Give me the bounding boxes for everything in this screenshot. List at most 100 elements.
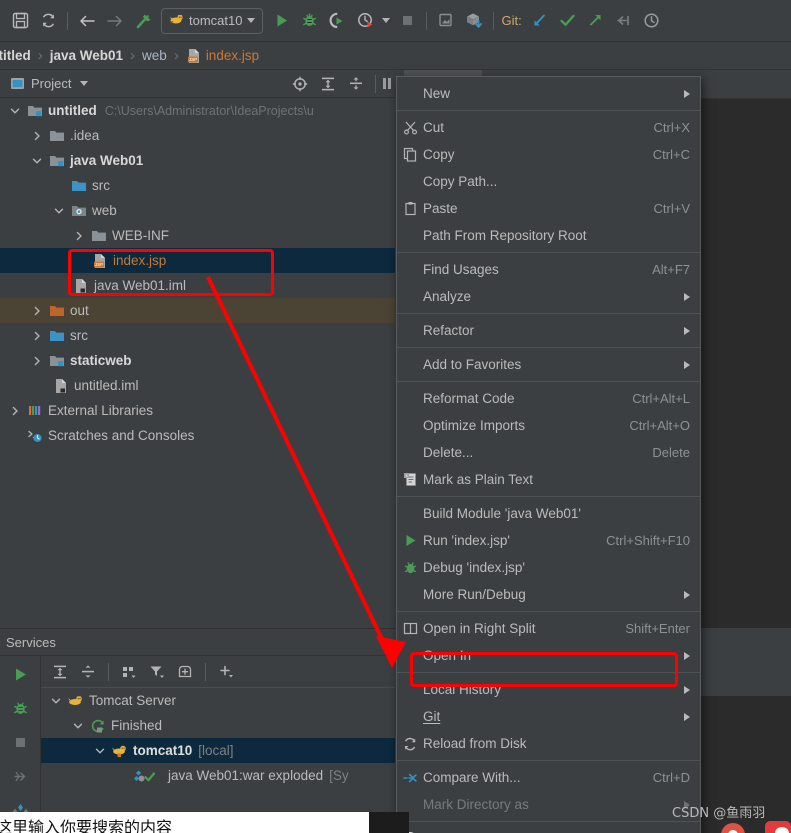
chevron-right-icon[interactable]: [30, 129, 44, 143]
add-frame-icon[interactable]: [172, 660, 198, 684]
services-row-tomcat10[interactable]: tomcat10 [local]: [41, 738, 395, 763]
menu-item-open-in[interactable]: Open In: [397, 642, 700, 669]
menu-item-analyze[interactable]: Analyze: [397, 283, 700, 310]
menu-item-open-in-right-split[interactable]: Open in Right Split Shift+Enter: [397, 615, 700, 642]
debug-bug-icon[interactable]: [7, 696, 33, 720]
chevron-right-icon[interactable]: [30, 329, 44, 343]
menu-item-reformat-code[interactable]: Reformat Code Ctrl+Alt+L: [397, 385, 700, 412]
menu-item-paste[interactable]: Paste Ctrl+V: [397, 195, 700, 222]
menu-item-reload-from-disk[interactable]: Reload from Disk: [397, 730, 700, 757]
tree-row-external-libraries[interactable]: External Libraries: [0, 398, 395, 423]
chevron-down-icon[interactable]: [93, 744, 107, 758]
menu-item-local-history[interactable]: Local History: [397, 676, 700, 703]
menu-item-run-index-jsp[interactable]: Run 'index.jsp' Ctrl+Shift+F10: [397, 527, 700, 554]
filter-icon[interactable]: [144, 660, 170, 684]
menu-item-build-module[interactable]: Build Module 'java Web01': [397, 500, 700, 527]
run-coverage-icon[interactable]: [323, 8, 351, 34]
app-red-icon[interactable]: [764, 820, 791, 833]
tree-row-idea[interactable]: .idea: [0, 123, 395, 148]
chrome-icon[interactable]: [720, 822, 746, 833]
build-hammer-icon[interactable]: [129, 8, 157, 34]
run-play-icon[interactable]: [267, 8, 295, 34]
save-icon[interactable]: [6, 8, 34, 34]
context-menu[interactable]: New Cut Ctrl+X Copy Ctrl+C Copy Path...: [396, 76, 701, 833]
select-opened-file-icon[interactable]: [286, 71, 314, 97]
stop-square-icon[interactable]: [393, 8, 421, 34]
debug-bug-icon[interactable]: [295, 8, 323, 34]
tree-row-java-web01[interactable]: java Web01: [0, 148, 395, 173]
project-tree[interactable]: untitled C:\Users\Administrator\IdeaProj…: [0, 98, 395, 628]
settings-icon[interactable]: [381, 71, 395, 97]
menu-item-mark-as-plain-text[interactable]: x Mark as Plain Text: [397, 466, 700, 493]
rerun-icon[interactable]: [7, 764, 33, 788]
chevron-down-icon[interactable]: [49, 694, 63, 708]
tree-row-scratches[interactable]: Scratches and Consoles: [0, 423, 395, 448]
deploy-icon[interactable]: [432, 8, 460, 34]
menu-item-path-from-repository-root[interactable]: Path From Repository Root: [397, 222, 700, 249]
menu-item-copy-path[interactable]: Copy Path...: [397, 168, 700, 195]
chevron-down-icon[interactable]: [80, 81, 89, 86]
git-commit-check-icon[interactable]: [554, 8, 582, 34]
git-push-arrow-icon[interactable]: [582, 8, 610, 34]
menu-item-add-to-favorites[interactable]: Add to Favorites: [397, 351, 700, 378]
chevron-down-icon[interactable]: [71, 719, 85, 733]
tree-row-java-web01-iml[interactable]: java Web01.iml: [0, 273, 395, 298]
breadcrumb-item-dir[interactable]: web: [142, 48, 167, 63]
stop-square-icon[interactable]: [7, 730, 33, 754]
menu-item-new[interactable]: New: [397, 80, 700, 107]
breadcrumb-item-module[interactable]: java Web01: [50, 48, 123, 63]
menu-item-compare-with[interactable]: Compare With... Ctrl+D: [397, 764, 700, 791]
profiler-dropdown-icon[interactable]: [379, 8, 393, 34]
chevron-right-icon[interactable]: [8, 404, 22, 418]
menu-item-create-gist[interactable]: Create Gist...: [397, 825, 700, 833]
tree-row-src-inner[interactable]: src: [0, 173, 395, 198]
update-package-icon[interactable]: [460, 8, 488, 34]
run-configuration-selector[interactable]: tomcat10: [161, 7, 264, 34]
back-arrow-icon[interactable]: [73, 8, 101, 34]
tree-row-src[interactable]: src: [0, 323, 395, 348]
add-plus-icon[interactable]: [213, 660, 239, 684]
chevron-right-icon[interactable]: [30, 304, 44, 318]
menu-item-optimize-imports[interactable]: Optimize Imports Ctrl+Alt+O: [397, 412, 700, 439]
chevron-down-icon[interactable]: [8, 104, 22, 118]
tree-row-index-jsp[interactable]: JSP index.jsp: [0, 248, 395, 273]
git-rollback-icon[interactable]: [610, 8, 638, 34]
menu-item-git[interactable]: Git: [397, 703, 700, 730]
breadcrumb-item-project[interactable]: untitled: [0, 48, 31, 63]
expand-all-icon[interactable]: [47, 660, 73, 684]
menu-item-delete[interactable]: Delete... Delete: [397, 439, 700, 466]
collapse-all-icon[interactable]: [75, 660, 101, 684]
menu-item-copy[interactable]: Copy Ctrl+C: [397, 141, 700, 168]
artifact-check-icon: [133, 767, 163, 784]
chevron-down-icon[interactable]: [30, 154, 44, 168]
tree-row-web[interactable]: web: [0, 198, 395, 223]
menu-item-refactor[interactable]: Refactor: [397, 317, 700, 344]
profiler-clock-icon[interactable]: [351, 8, 379, 34]
tree-row-untitled[interactable]: untitled C:\Users\Administrator\IdeaProj…: [0, 98, 395, 123]
services-row-tomcat-server[interactable]: Tomcat Server: [41, 688, 395, 713]
expand-all-icon[interactable]: [314, 71, 342, 97]
menu-item-find-usages[interactable]: Find Usages Alt+F7: [397, 256, 700, 283]
chevron-right-icon[interactable]: [72, 229, 86, 243]
menu-item-cut[interactable]: Cut Ctrl+X: [397, 114, 700, 141]
services-row-artifact[interactable]: java Web01:war exploded [Sy: [41, 763, 395, 788]
chevron-down-icon[interactable]: [52, 204, 66, 218]
chevron-down-icon[interactable]: [247, 18, 256, 23]
forward-arrow-icon[interactable]: [101, 8, 129, 34]
group-icon[interactable]: [116, 660, 142, 684]
collapse-all-icon[interactable]: [342, 71, 370, 97]
tree-row-out[interactable]: out: [0, 298, 395, 323]
search-input[interactable]: 这里输入你要搜索的内容: [0, 812, 407, 833]
chevron-right-icon[interactable]: [30, 354, 44, 368]
git-update-arrow-icon[interactable]: [526, 8, 554, 34]
history-clock-icon[interactable]: [638, 8, 666, 34]
menu-item-more-run-debug[interactable]: More Run/Debug: [397, 581, 700, 608]
services-row-finished[interactable]: Finished: [41, 713, 395, 738]
tree-row-web-inf[interactable]: WEB-INF: [0, 223, 395, 248]
breadcrumb-item-file[interactable]: JSP index.jsp: [186, 48, 259, 64]
tree-row-untitled-iml[interactable]: untitled.iml: [0, 373, 395, 398]
menu-item-debug-index-jsp[interactable]: Debug 'index.jsp': [397, 554, 700, 581]
run-play-icon[interactable]: [7, 662, 33, 686]
tree-row-staticweb[interactable]: staticweb: [0, 348, 395, 373]
sync-icon[interactable]: [34, 8, 62, 34]
